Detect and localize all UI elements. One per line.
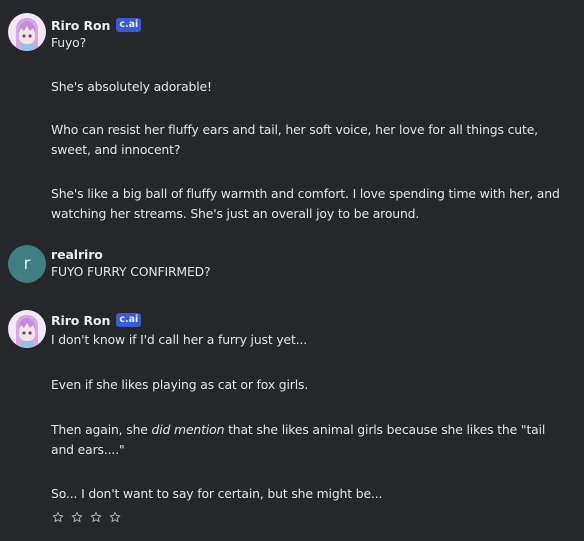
message-paragraph: She's like a big ball of fluffy warmth a…: [51, 186, 560, 221]
message-paragraph: So... I don't want to say for certain, b…: [51, 486, 383, 501]
author-row: Riro Ron c.ai: [51, 16, 142, 34]
bot-avatar[interactable]: [8, 13, 46, 51]
author-name[interactable]: Riro Ron: [51, 313, 110, 328]
message-paragraph: Who can resist her fluffy ears and tail,…: [51, 122, 538, 157]
star-outline-icon[interactable]: [71, 511, 83, 523]
text-span: Then again, she: [51, 422, 152, 437]
star-outline-icon[interactable]: [90, 511, 102, 523]
author-name[interactable]: realriro: [51, 247, 103, 262]
author-row: realriro: [51, 245, 103, 263]
star-outline-icon[interactable]: [109, 511, 121, 523]
author-row: Riro Ron c.ai: [51, 311, 142, 329]
message-paragraph: Even if she likes playing as cat or fox …: [51, 377, 309, 392]
star-outline-icon[interactable]: [52, 511, 64, 523]
ai-badge: c.ai: [116, 18, 142, 32]
message-paragraph: FUYO FURRY CONFIRMED?: [51, 264, 211, 279]
bot-avatar[interactable]: [8, 310, 46, 348]
author-name[interactable]: Riro Ron: [51, 18, 110, 33]
ai-badge: c.ai: [116, 313, 142, 327]
message-paragraph: I don't know if I'd call her a furry jus…: [51, 332, 308, 347]
message-paragraph: Fuyo?: [51, 35, 87, 50]
rating-stars: [52, 511, 121, 523]
emphasis-text: did mention: [151, 422, 225, 437]
message-paragraph: She's absolutely adorable!: [51, 79, 212, 94]
user-avatar[interactable]: r: [8, 245, 46, 283]
message-paragraph-emphasis: Then again, she did mention that she lik…: [51, 420, 566, 460]
